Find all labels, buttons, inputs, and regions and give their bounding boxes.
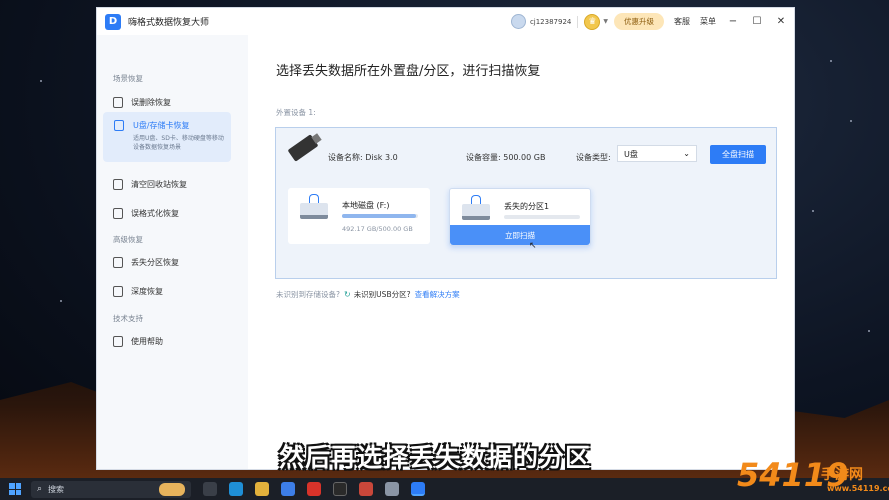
scan-now-button[interactable]: 立即扫描 [450,225,590,245]
section-scene-recovery: 场景恢复 [113,74,143,83]
crown-coin-icon[interactable]: ♛ [584,13,601,30]
sidebar-item-format-recovery[interactable]: 误格式化恢复 [113,208,179,219]
sidebar-item-deleted-recovery[interactable]: 误删除恢复 [113,97,171,108]
minimize-icon[interactable]: − [726,16,740,27]
close-icon[interactable]: ✕ [774,16,788,27]
usb-drive-icon [287,134,319,162]
refresh-icon[interactable]: ↻ [344,290,351,299]
partition-size: 492.17 GB/500.00 GB [342,225,413,233]
recycle-bin-icon [113,179,123,190]
file-icon [113,97,123,108]
search-highlight-icon [159,482,185,496]
sidebar-item-usb-recovery[interactable]: U盘/存储卡恢复 适用U盘、SD卡、移动硬盘等移动设备数据恢复场景 [103,112,231,162]
usb-drive-icon [300,194,328,219]
divider [577,15,579,28]
sidebar-item-label: 误格式化恢复 [131,209,179,218]
windows-start-icon[interactable] [9,483,21,495]
usage-bar [342,214,418,218]
menu-link[interactable]: 菜单 [700,16,716,27]
file-explorer-icon[interactable] [255,482,269,496]
sidebar-item-label: 丢失分区恢复 [131,258,179,267]
sidebar-item-partition-recovery[interactable]: 丢失分区恢复 [113,257,179,268]
device-card: 设备名称: Disk 3.0 设备容量: 500.00 GB 设备类型: U盘 … [275,127,777,279]
sidebar-item-label: U盘/存储卡恢复 [133,121,190,130]
solution-link[interactable]: 查看解决方案 [415,289,460,300]
taskbar-search[interactable]: ⌕ 搜索 [31,480,191,498]
star [830,60,832,62]
tool-app-icon[interactable] [385,482,399,496]
device-capacity: 设备容量: 500.00 GB [466,153,546,162]
partition-card-lost[interactable]: 丢失的分区1 立即扫描 ↖ [449,188,591,251]
app-title: 嗨格式数据恢复大师 [128,18,210,28]
sidebar-item-label: 深度恢复 [131,287,163,296]
sidebar-item-deep-recovery[interactable]: 深度恢复 [113,286,163,297]
star [868,330,870,332]
customer-service-link[interactable]: 客服 [674,16,690,27]
store-icon[interactable] [281,482,295,496]
site-watermark: 54119 手游网 www.54119.com [735,454,889,500]
search-icon: ⌕ [37,484,43,494]
format-icon [113,208,123,219]
image-app-icon[interactable] [359,482,373,496]
mouse-cursor-icon: ↖ [529,241,537,251]
watermark-text: 手游网 [821,467,863,483]
star [850,120,852,122]
partition-card-local-disk[interactable]: 本地磁盘 (F:) 492.17 GB/500.00 GB [288,188,430,244]
deep-scan-icon [113,286,123,297]
watermark-url: www.54119.com [827,484,889,493]
chevron-down-icon: ⌄ [683,149,690,158]
sidebar-item-label: 误删除恢复 [131,98,171,107]
help-icon [113,336,123,347]
usage-bar [504,215,580,219]
usb-card-icon [114,120,124,131]
device-type-value: U盘 [624,150,638,159]
title-bar: D 嗨格式数据恢复大师 cj12387924 ♛ ▼ 优惠升级 客服 菜单 − … [97,8,794,35]
upgrade-button[interactable]: 优惠升级 [614,13,664,30]
usage-bar-fill [342,214,417,218]
video-subtitle: 然后再选择丢失数据的分区 [279,443,592,472]
sidebar-item-label: 清空回收站恢复 [131,180,187,189]
usb-drive-icon [462,195,490,220]
wps-icon[interactable] [307,482,321,496]
device-type-label: 设备类型: [576,153,611,162]
hint-usb: 未识别USB分区? [353,290,411,299]
sidebar-item-label: 使用帮助 [131,337,163,346]
username[interactable]: cj12387924 [530,18,571,26]
maximize-icon[interactable]: ☐ [750,16,764,27]
star [812,210,814,212]
avatar[interactable] [510,14,526,29]
sidebar-item-help[interactable]: 使用帮助 [113,336,163,347]
page-title: 选择丢失数据所在外置盘/分区，进行扫描恢复 [276,64,541,79]
sidebar: 场景恢复 误删除恢复 U盘/存储卡恢复 适用U盘、SD卡、移动硬盘等移动设备数据… [97,35,248,469]
star [40,80,42,82]
section-tech-support: 技术支持 [113,314,143,323]
full-scan-button[interactable]: 全盘扫描 [710,145,766,164]
partition-name: 丢失的分区1 [504,202,550,211]
section-advanced-recovery: 高级恢复 [113,235,143,244]
external-device-label: 外置设备 1: [276,108,316,117]
partition-name: 本地磁盘 (F:) [342,201,390,210]
capcut-icon[interactable] [333,482,347,496]
search-placeholder: 搜索 [48,484,65,494]
title-bar-actions: cj12387924 ♛ ▼ 优惠升级 客服 菜单 − ☐ ✕ [510,12,788,31]
device-type-select[interactable]: U盘 ⌄ [617,145,697,162]
device-name: 设备名称: Disk 3.0 [328,153,398,162]
help-hint: 未识别到存储设备? ↻ 未识别USB分区? 查看解决方案 [276,289,460,300]
data-recovery-app-icon[interactable] [411,482,425,496]
app-window: D 嗨格式数据恢复大师 cj12387924 ♛ ▼ 优惠升级 客服 菜单 − … [96,7,795,470]
app-logo-icon: D [105,13,121,30]
task-view-icon[interactable] [203,482,217,496]
star [60,300,62,302]
sidebar-item-description: 适用U盘、SD卡、移动硬盘等移动设备数据恢复场景 [133,135,224,151]
main-panel: 选择丢失数据所在外置盘/分区，进行扫描恢复 外置设备 1: 设备名称: Disk… [248,35,794,469]
edge-icon[interactable] [229,482,243,496]
sidebar-item-recycle-bin-recovery[interactable]: 清空回收站恢复 [113,179,187,190]
chevron-down-icon[interactable]: ▼ [603,18,608,25]
partition-icon [113,257,123,268]
hint-no-device: 未识别到存储设备? [276,290,340,299]
